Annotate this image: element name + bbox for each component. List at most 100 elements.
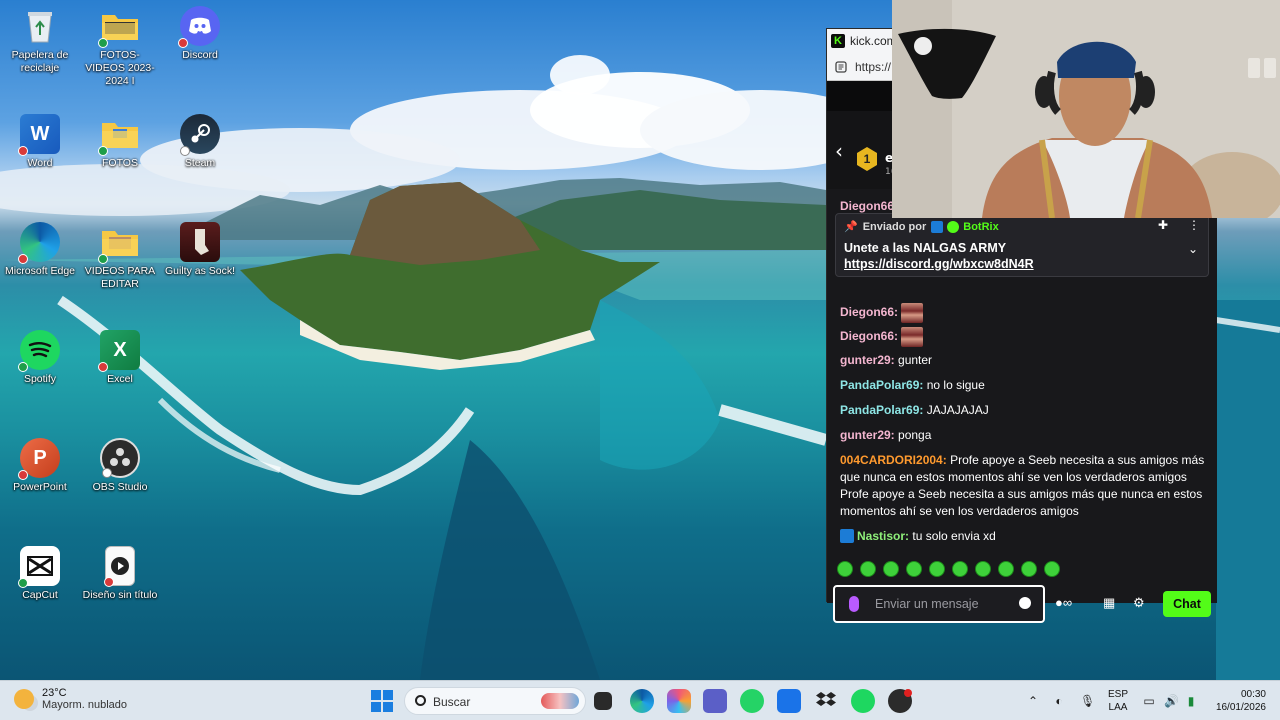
desktop-icon-capcut[interactable]: CapCut — [0, 546, 80, 602]
desktop-icon-label: Steam — [184, 157, 216, 169]
discord-icon — [178, 6, 220, 48]
emote-button[interactable] — [1021, 561, 1037, 577]
desktop-icon-videos-para-editar[interactable]: VIDEOS PARA EDITAR — [80, 222, 160, 291]
settings-gear-icon[interactable]: ⚙ — [1133, 595, 1145, 611]
desktop-icon-label: Spotify — [23, 373, 57, 385]
desktop-icon-fotos[interactable]: FOTOS — [80, 114, 160, 170]
tab-title: kick.com — [850, 34, 897, 48]
chat-text: gunter — [898, 353, 933, 367]
desktop-icon-label: Word — [27, 157, 53, 169]
system-clock[interactable]: 00:30 16/01/2026 — [1208, 688, 1266, 714]
emote-button[interactable] — [929, 561, 945, 577]
points-icon[interactable]: ●∞ — [1055, 595, 1072, 610]
network-status-icon[interactable]: ◐ — [1052, 694, 1066, 708]
battery-icon[interactable]: ▮ — [1184, 694, 1198, 708]
emote-image — [901, 327, 924, 347]
language-indicator[interactable]: ESP LAA — [1108, 688, 1128, 714]
pinned-message-link[interactable]: https://discord.gg/wbxcw8dN4R — [844, 257, 1034, 271]
emote-button[interactable] — [883, 561, 899, 577]
chevron-down-icon[interactable]: ⌄ — [1188, 242, 1198, 256]
error-badge — [18, 470, 28, 480]
edge-taskbar-icon[interactable] — [630, 689, 654, 713]
desktop-icon-steam[interactable]: Steam — [160, 114, 240, 170]
whatsapp-icon[interactable] — [740, 689, 764, 713]
partly-cloudy-icon — [14, 689, 34, 709]
desktop-icon-excel[interactable]: X Excel — [80, 330, 160, 386]
chat-username[interactable]: gunter29: — [840, 428, 895, 442]
chat-peek-username: Diegon66 — [840, 199, 895, 213]
chat-message: 004CARDORI2004: Profe apoye a Seeb neces… — [840, 452, 1205, 520]
folder-icon — [98, 222, 140, 264]
taskbar-search[interactable]: Buscar — [404, 687, 586, 715]
more-options-icon[interactable]: ⋮ — [1188, 218, 1200, 232]
microphone-icon[interactable] — [849, 596, 859, 612]
chat-message: PandaPolar69: no lo sigue — [840, 377, 1205, 394]
volume-icon[interactable]: 🔊 — [1164, 694, 1179, 708]
store-taskbar-icon[interactable] — [777, 689, 801, 713]
start-button[interactable] — [371, 690, 393, 712]
desktop-icon-diseno-sin-titulo[interactable]: Diseño sin título — [80, 546, 160, 602]
desktop-icon-label: Excel — [107, 373, 133, 385]
emote-button[interactable] — [1044, 561, 1060, 577]
unpin-icon[interactable]: ✚ — [1158, 218, 1168, 232]
desktop-icon-discord[interactable]: Discord — [160, 6, 240, 62]
chat-username[interactable]: Diegon66: — [840, 329, 898, 343]
emote-button[interactable] — [906, 561, 922, 577]
microphone-tray-icon[interactable]: 🎙 — [1080, 694, 1095, 708]
chat-username[interactable]: Nastisor: — [857, 529, 909, 543]
desktop-icon-guilty-as-sock[interactable]: Guilty as Sock! — [160, 222, 240, 278]
desktop-icon-word[interactable]: W Word — [0, 114, 80, 170]
chat-message-box[interactable] — [833, 585, 1045, 623]
obs-icon — [100, 438, 140, 478]
folder-icon — [98, 114, 140, 156]
task-view-icon[interactable] — [594, 692, 612, 710]
send-chat-button[interactable]: Chat — [1163, 591, 1211, 617]
chevron-up-icon[interactable]: ⌃ — [1026, 694, 1040, 708]
emote-quick-bar — [837, 561, 1067, 581]
emote-button[interactable] — [998, 561, 1014, 577]
back-arrow-icon[interactable]: ‹ — [835, 139, 843, 163]
desktop-icon-label: Discord — [182, 49, 218, 61]
recording-indicator — [904, 689, 912, 697]
chat-username[interactable]: PandaPolar69: — [840, 378, 923, 392]
chat-username[interactable]: PandaPolar69: — [840, 403, 923, 417]
desktop-icon-spotify[interactable]: Spotify — [0, 330, 80, 386]
emoji-picker-icon[interactable] — [1019, 597, 1031, 609]
chat-username[interactable]: gunter29: — [840, 353, 895, 367]
desktop-icon-fotos-videos[interactable]: FOTOS- VIDEOS 2023-2024 I — [80, 6, 160, 88]
pinned-message: 📌 Enviado por BotRix Unete a las NALGAS … — [835, 213, 1209, 277]
desktop-icon-label: Papelera de reciclaje — [11, 49, 69, 74]
shortcut-badge — [180, 146, 190, 156]
video-file-icon — [104, 546, 135, 587]
spotify-taskbar-icon[interactable] — [851, 689, 875, 713]
emote-button[interactable] — [860, 561, 876, 577]
desktop-icon-label: VIDEOS PARA EDITAR — [84, 265, 156, 290]
chat-username[interactable]: 004CARDORI2004: — [840, 453, 947, 467]
desktop-icon-obs-studio[interactable]: OBS Studio — [80, 438, 160, 494]
folder-icon — [98, 6, 140, 48]
desktop-icon-recycle-bin[interactable]: Papelera de reciclaje — [0, 6, 80, 75]
desktop-icon-powerpoint[interactable]: P PowerPoint — [0, 438, 80, 494]
error-badge — [18, 146, 28, 156]
search-icon — [415, 695, 426, 706]
clock-time: 00:30 — [1240, 689, 1266, 700]
emote-button[interactable] — [952, 561, 968, 577]
powerpoint-icon: P — [18, 438, 60, 480]
weather-widget[interactable]: 23°C Mayorm. nublado — [14, 687, 127, 711]
kick-favicon-icon: K — [831, 34, 845, 48]
copilot-icon[interactable] — [667, 689, 691, 713]
desktop-icon-label: OBS Studio — [92, 481, 148, 493]
display-icon[interactable]: ▭ — [1142, 694, 1156, 708]
store-icon[interactable]: ▦ — [1103, 595, 1115, 611]
teams-icon[interactable] — [703, 689, 727, 713]
emote-button[interactable] — [975, 561, 991, 577]
chat-input[interactable] — [875, 595, 1015, 613]
pinned-bot-name[interactable]: BotRix — [963, 221, 998, 233]
chat-username[interactable]: Diegon66: — [840, 305, 898, 319]
taskbar: 23°C Mayorm. nublado Buscar ⌃ ◐ 🎙 ESP LA… — [0, 680, 1280, 720]
sync-ok-badge — [18, 578, 28, 588]
emote-button[interactable] — [837, 561, 853, 577]
desktop-icon-edge[interactable]: Microsoft Edge — [0, 222, 80, 278]
sub-badge-icon — [840, 529, 854, 543]
dropbox-icon[interactable] — [814, 689, 838, 713]
